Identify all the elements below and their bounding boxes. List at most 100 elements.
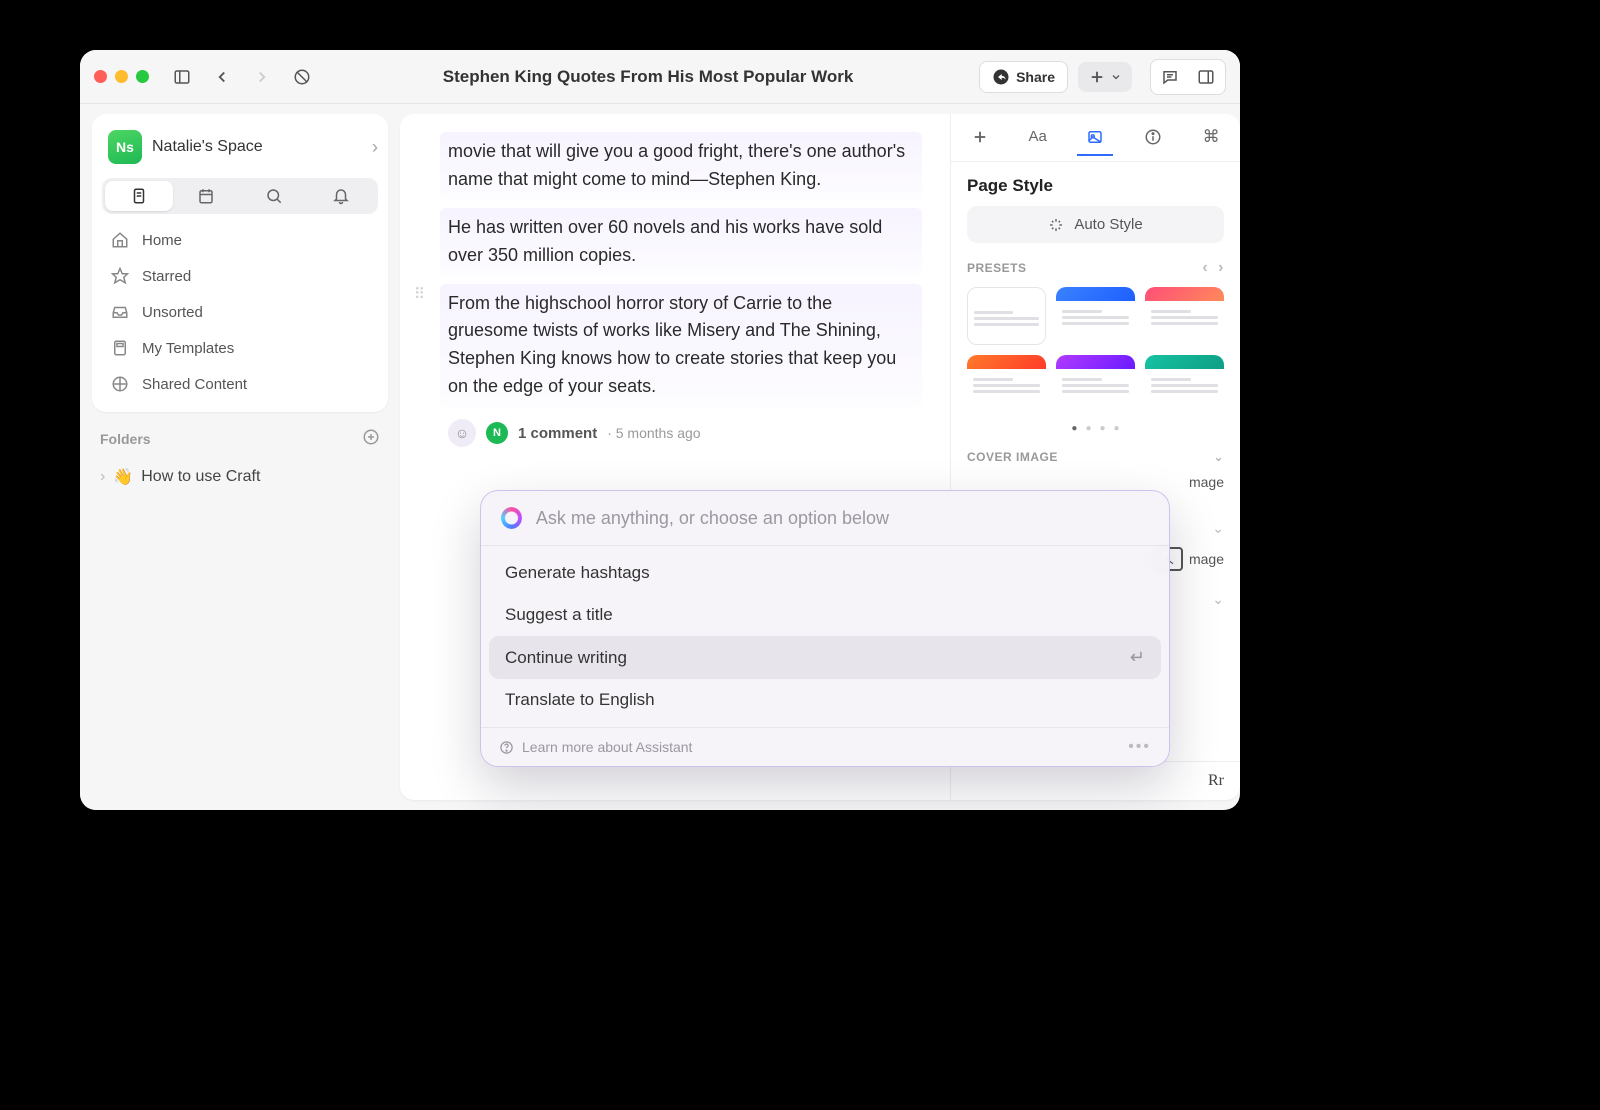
nav-list: Home Starred Unsorted My Templates: [102, 222, 378, 402]
chevron-right-icon: ›: [100, 468, 105, 486]
preset-grid: [967, 287, 1224, 413]
ai-option-hashtags[interactable]: Generate hashtags: [489, 552, 1161, 594]
rtab-shortcuts[interactable]: ⌘: [1193, 120, 1229, 156]
add-folder-button[interactable]: [362, 428, 380, 449]
space-switcher[interactable]: Ns Natalie's Space ››: [102, 124, 378, 170]
cover-label: COVER IMAGE: [967, 450, 1058, 464]
rtab-text[interactable]: Aa: [1020, 120, 1056, 156]
rtab-add[interactable]: [962, 120, 998, 156]
ai-option-continue[interactable]: Continue writing ↵: [489, 636, 1161, 679]
folder-item-howto[interactable]: › 👋 How to use Craft: [92, 459, 388, 495]
ai-input-row: [481, 491, 1169, 545]
preset-page-dots[interactable]: ●●●●: [967, 423, 1224, 434]
sidebar-tab-notifications[interactable]: [308, 181, 376, 211]
new-doc-button[interactable]: [1078, 62, 1132, 92]
space-name: Natalie's Space: [152, 138, 362, 156]
sidebar: Ns Natalie's Space ››: [80, 104, 400, 810]
nav-label: Unsorted: [142, 304, 203, 321]
close-window-button[interactable]: [94, 70, 107, 83]
share-button[interactable]: Share: [979, 61, 1068, 93]
sidebar-tab-calendar[interactable]: [173, 181, 241, 211]
preset-2[interactable]: [1056, 287, 1135, 345]
chevron-down-icon: ⌄: [1212, 591, 1224, 608]
comments-button[interactable]: [1153, 62, 1187, 92]
ai-option-title[interactable]: Suggest a title: [489, 594, 1161, 636]
search-icon: [265, 187, 283, 205]
paragraph[interactable]: He has written over 60 novels and his wo…: [440, 208, 922, 276]
nav-label: Starred: [142, 268, 191, 285]
nav-back-button[interactable]: [207, 62, 237, 92]
nav-item-home[interactable]: Home: [102, 222, 378, 258]
minimize-window-button[interactable]: [115, 70, 128, 83]
auto-style-label: Auto Style: [1074, 216, 1142, 233]
ai-option-label: Continue writing: [505, 648, 627, 668]
rtab-style[interactable]: [1077, 120, 1113, 156]
chevron-down-icon: [1110, 71, 1122, 83]
nav-item-shared[interactable]: Shared Content: [102, 366, 378, 402]
presets-prev-button[interactable]: ‹: [1202, 259, 1208, 277]
folders-label: Folders: [100, 431, 151, 447]
sidebar-tab-docs[interactable]: [105, 181, 173, 211]
sidebar-tabs: [102, 178, 378, 214]
plus-icon: [971, 128, 989, 146]
zoom-window-button[interactable]: [136, 70, 149, 83]
nav-item-templates[interactable]: My Templates: [102, 330, 378, 366]
preset-3[interactable]: [1145, 287, 1224, 345]
ai-orb-icon: [501, 507, 522, 529]
right-panel-tabs: Aa ⌘: [951, 114, 1240, 162]
bell-icon: [332, 187, 350, 205]
paragraph-text: From the highschool horror story of Carr…: [448, 293, 896, 397]
style-icon: [1086, 128, 1104, 146]
chevron-down-icon: ⌄: [1212, 520, 1224, 537]
folder-name: How to use Craft: [141, 468, 260, 486]
sidebar-tab-search[interactable]: [240, 181, 308, 211]
preset-6[interactable]: [1145, 355, 1224, 413]
auto-style-button[interactable]: Auto Style: [967, 206, 1224, 243]
nav-label: Home: [142, 232, 182, 249]
ai-prompt-input[interactable]: [536, 508, 1149, 529]
ai-more-button[interactable]: •••: [1128, 738, 1151, 756]
no-sync-icon[interactable]: [287, 62, 317, 92]
star-icon: [110, 267, 130, 285]
add-reaction-button[interactable]: ☺: [448, 419, 476, 447]
ai-learn-more-link[interactable]: Learn more about Assistant: [499, 739, 692, 755]
nav-forward-button[interactable]: [247, 62, 277, 92]
text-aa-icon: Aa: [1029, 128, 1047, 145]
paragraph[interactable]: ⠿ From the highschool horror story of Ca…: [440, 284, 922, 408]
paragraph[interactable]: movie that will give you a good fright, …: [440, 132, 922, 200]
space-badge: Ns: [108, 130, 142, 164]
ai-option-label: Generate hashtags: [505, 563, 650, 583]
cover-image-option[interactable]: mage: [967, 474, 1224, 490]
drag-handle-icon[interactable]: ⠿: [414, 291, 426, 299]
comment-count[interactable]: 1 comment: [518, 425, 597, 442]
preset-4[interactable]: [967, 355, 1046, 413]
toggle-right-panel-button[interactable]: [1189, 62, 1223, 92]
nav-label: My Templates: [142, 340, 234, 357]
toggle-sidebar-button[interactable]: [167, 62, 197, 92]
doc-icon: [130, 187, 148, 205]
preset-5[interactable]: [1056, 355, 1135, 413]
doc-title: Stephen King Quotes From His Most Popula…: [327, 67, 969, 87]
nav-label: Shared Content: [142, 376, 247, 393]
comment-row[interactable]: ☺ N 1 comment · 5 months ago: [440, 415, 922, 451]
comment-date: · 5 months ago: [607, 425, 700, 441]
preset-1[interactable]: [967, 287, 1046, 345]
ai-option-label: Suggest a title: [505, 605, 613, 625]
shared-icon: [110, 375, 130, 393]
nav-item-starred[interactable]: Starred: [102, 258, 378, 294]
ai-option-label: Translate to English: [505, 690, 655, 710]
presets-next-button[interactable]: ›: [1218, 259, 1224, 277]
avatar: N: [486, 422, 508, 444]
chevron-down-icon[interactable]: ⌄: [1213, 450, 1224, 464]
rtab-info[interactable]: [1135, 120, 1171, 156]
ai-option-translate[interactable]: Translate to English: [489, 679, 1161, 721]
folders-header: Folders: [92, 420, 388, 451]
nav-item-unsorted[interactable]: Unsorted: [102, 294, 378, 330]
plus-circle-icon: [362, 428, 380, 446]
templates-icon: [110, 339, 130, 357]
sidebar-card: Ns Natalie's Space ››: [92, 114, 388, 412]
command-icon: ⌘: [1203, 127, 1220, 147]
cover-image-header: COVER IMAGE ⌄: [967, 450, 1224, 464]
share-icon: [992, 68, 1010, 86]
cover-option-label: mage: [1189, 551, 1224, 567]
